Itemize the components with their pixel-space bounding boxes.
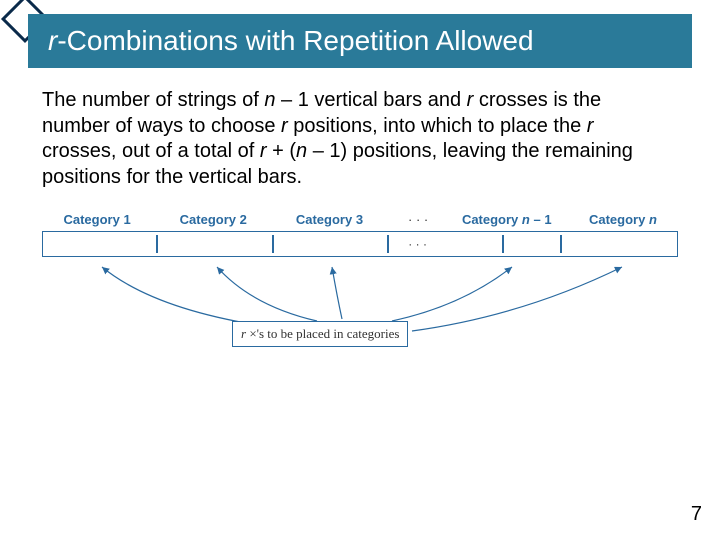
category-2: Category 2 [158,212,268,227]
bar-box: · · · [42,231,678,257]
cn1-a: Category [462,212,522,227]
p-t4: positions, into which to place the [288,115,587,137]
p-n2: n [296,140,307,162]
p-t2: – 1 vertical bars and [275,89,466,111]
cn-a: Category [589,212,649,227]
category-ellipsis: · · · [391,212,446,227]
caption-rest: ×'s to be placed in categories [246,326,399,341]
title-rest: -Combinations with Repetition Allowed [57,25,533,56]
arrow-svg [42,261,678,371]
body-paragraph: The number of strings of n – 1 vertical … [42,88,658,190]
category-header-row: Category 1 Category 2 Category 3 · · · C… [42,212,678,227]
category-n-minus-1: Category n – 1 [452,212,562,227]
cn1-c: – 1 [530,212,552,227]
caption-box: r ×'s to be placed in categories [232,321,408,347]
category-n: Category n [568,212,678,227]
cn1-b: n [522,212,530,227]
title-bar: r-Combinations with Repetition Allowed [28,14,692,68]
bar-cell-2 [158,232,273,256]
bar-cell-3 [274,232,389,256]
category-1: Category 1 [42,212,152,227]
bar-cell-4 [446,232,561,256]
p-n1: n [264,89,275,111]
cn-b: n [649,212,657,227]
categories-diagram: Category 1 Category 2 Category 3 · · · C… [42,212,678,351]
p-t6: + ( [267,140,296,162]
slide-title: r-Combinations with Repetition Allowed [48,25,534,57]
category-3: Category 3 [274,212,384,227]
page-number: 7 [691,503,702,526]
p-t1: The number of strings of [42,89,264,111]
bar-cell-dots: · · · [389,232,447,256]
bar-cell-5 [562,232,677,256]
p-r2: r [281,115,288,137]
vertical-bar-icon [502,235,504,253]
bar-cell-1 [43,232,158,256]
p-r3: r [587,115,594,137]
p-t5: crosses, out of a total of [42,140,260,162]
title-italic-r: r [48,25,57,56]
arrows-layer: r ×'s to be placed in categories [42,261,678,351]
p-r4: r [260,140,267,162]
